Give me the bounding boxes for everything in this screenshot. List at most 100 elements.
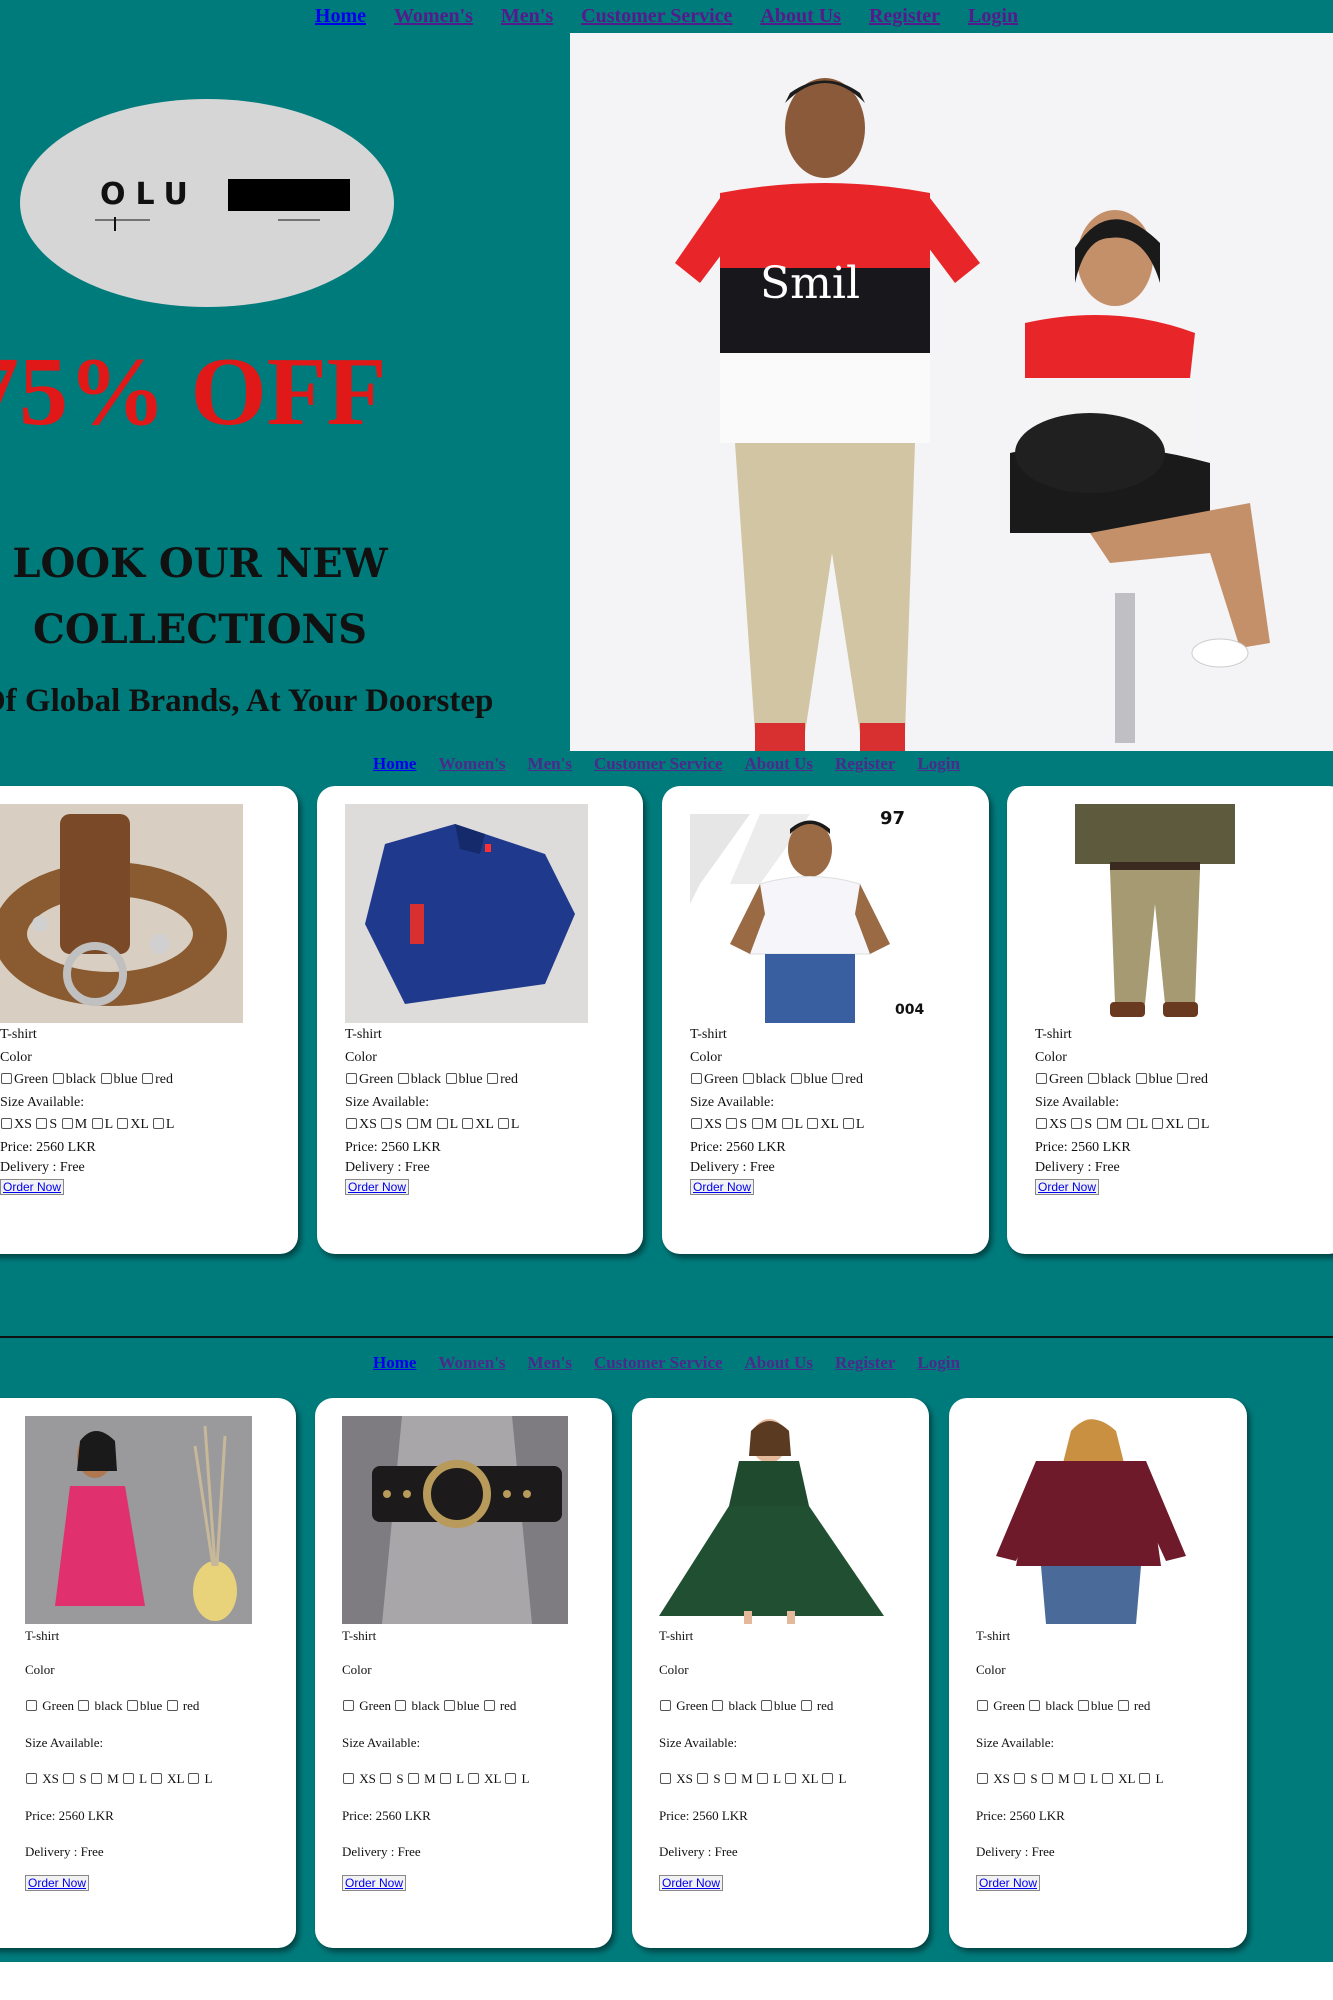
- size-checkbox[interactable]: [150, 1773, 162, 1785]
- order-now-button[interactable]: Order Now: [659, 1875, 724, 1892]
- size-checkbox[interactable]: [122, 1773, 134, 1785]
- size-checkbox[interactable]: [63, 1773, 75, 1785]
- size-checkbox[interactable]: [1041, 1773, 1053, 1785]
- size-checkbox[interactable]: [36, 1118, 48, 1129]
- nav3-about-link[interactable]: About Us: [745, 1353, 814, 1373]
- nav-customer-service-link[interactable]: Customer Service: [581, 5, 732, 28]
- color-checkbox[interactable]: [445, 1073, 457, 1084]
- color-checkbox[interactable]: [760, 1700, 772, 1712]
- size-checkbox[interactable]: [90, 1773, 102, 1785]
- nav2-mens-link[interactable]: Men's: [528, 754, 572, 774]
- order-now-button[interactable]: Order Now: [345, 1179, 410, 1195]
- size-checkbox[interactable]: [152, 1118, 164, 1129]
- nav-mens-link[interactable]: Men's: [501, 5, 553, 28]
- size-checkbox[interactable]: [1101, 1773, 1113, 1785]
- nav3-mens-link[interactable]: Men's: [528, 1353, 572, 1373]
- color-checkbox[interactable]: [166, 1700, 178, 1712]
- size-checkbox[interactable]: [407, 1773, 419, 1785]
- color-checkbox[interactable]: [1, 1073, 12, 1084]
- size-checkbox[interactable]: [1073, 1773, 1085, 1785]
- size-checkbox[interactable]: [497, 1118, 509, 1129]
- size-checkbox[interactable]: [439, 1773, 451, 1785]
- size-checkbox[interactable]: [1139, 1773, 1151, 1785]
- color-checkbox[interactable]: [790, 1073, 802, 1084]
- size-checkbox[interactable]: [784, 1773, 796, 1785]
- nav2-home-link[interactable]: Home: [373, 754, 416, 774]
- size-checkbox[interactable]: [1126, 1118, 1138, 1129]
- color-checkbox[interactable]: [1087, 1073, 1099, 1084]
- size-checkbox[interactable]: [781, 1118, 793, 1129]
- size-checkbox[interactable]: [660, 1773, 671, 1785]
- order-now-button[interactable]: Order Now: [0, 1179, 65, 1195]
- size-checkbox[interactable]: [462, 1118, 474, 1129]
- size-checkbox[interactable]: [91, 1118, 103, 1129]
- nav3-home-link[interactable]: Home: [373, 1353, 416, 1373]
- size-checkbox[interactable]: [1, 1118, 12, 1129]
- size-checkbox[interactable]: [380, 1773, 392, 1785]
- nav2-customer-service-link[interactable]: Customer Service: [594, 754, 723, 774]
- order-now-button[interactable]: Order Now: [1035, 1179, 1100, 1195]
- size-checkbox[interactable]: [691, 1118, 702, 1129]
- color-checkbox[interactable]: [343, 1700, 354, 1712]
- size-checkbox[interactable]: [117, 1118, 129, 1129]
- nav3-login-link[interactable]: Login: [917, 1353, 960, 1373]
- nav2-register-link[interactable]: Register: [835, 754, 895, 774]
- nav-womens-link[interactable]: Women's: [394, 5, 473, 28]
- color-checkbox[interactable]: [1077, 1700, 1089, 1712]
- size-checkbox[interactable]: [977, 1773, 988, 1785]
- size-checkbox[interactable]: [381, 1118, 393, 1129]
- order-now-button[interactable]: Order Now: [690, 1179, 755, 1195]
- nav3-customer-service-link[interactable]: Customer Service: [594, 1353, 723, 1373]
- color-checkbox[interactable]: [800, 1700, 812, 1712]
- color-checkbox[interactable]: [126, 1700, 138, 1712]
- color-checkbox[interactable]: [346, 1073, 357, 1084]
- size-checkbox[interactable]: [822, 1773, 834, 1785]
- color-checkbox[interactable]: [52, 1073, 64, 1084]
- color-checkbox[interactable]: [487, 1073, 499, 1084]
- color-checkbox[interactable]: [1177, 1073, 1189, 1084]
- size-checkbox[interactable]: [346, 1118, 357, 1129]
- color-checkbox[interactable]: [1117, 1700, 1129, 1712]
- nav3-womens-link[interactable]: Women's: [438, 1353, 505, 1373]
- size-checkbox[interactable]: [807, 1118, 819, 1129]
- size-checkbox[interactable]: [61, 1118, 73, 1129]
- size-checkbox[interactable]: [188, 1773, 200, 1785]
- nav-about-link[interactable]: About Us: [760, 5, 841, 28]
- color-checkbox[interactable]: [100, 1073, 112, 1084]
- color-checkbox[interactable]: [483, 1700, 495, 1712]
- size-checkbox[interactable]: [505, 1773, 517, 1785]
- nav-login-link[interactable]: Login: [968, 5, 1018, 28]
- color-checkbox[interactable]: [712, 1700, 724, 1712]
- order-now-button[interactable]: Order Now: [342, 1875, 407, 1892]
- color-checkbox[interactable]: [832, 1073, 844, 1084]
- size-checkbox[interactable]: [756, 1773, 768, 1785]
- size-checkbox[interactable]: [1036, 1118, 1047, 1129]
- size-checkbox[interactable]: [1014, 1773, 1026, 1785]
- color-checkbox[interactable]: [443, 1700, 455, 1712]
- nav-register-link[interactable]: Register: [869, 5, 940, 28]
- size-checkbox[interactable]: [724, 1773, 736, 1785]
- color-checkbox[interactable]: [397, 1073, 409, 1084]
- size-checkbox[interactable]: [751, 1118, 763, 1129]
- order-now-button[interactable]: Order Now: [976, 1875, 1041, 1892]
- color-checkbox[interactable]: [395, 1700, 407, 1712]
- size-checkbox[interactable]: [343, 1773, 354, 1785]
- size-checkbox[interactable]: [1071, 1118, 1083, 1129]
- size-checkbox[interactable]: [1152, 1118, 1164, 1129]
- color-checkbox[interactable]: [78, 1700, 90, 1712]
- color-checkbox[interactable]: [142, 1073, 154, 1084]
- size-checkbox[interactable]: [436, 1118, 448, 1129]
- size-checkbox[interactable]: [26, 1773, 37, 1785]
- nav2-about-link[interactable]: About Us: [745, 754, 814, 774]
- color-checkbox[interactable]: [26, 1700, 37, 1712]
- size-checkbox[interactable]: [1187, 1118, 1199, 1129]
- size-checkbox[interactable]: [1096, 1118, 1108, 1129]
- nav-home-link[interactable]: Home: [315, 5, 366, 28]
- size-checkbox[interactable]: [467, 1773, 479, 1785]
- color-checkbox[interactable]: [742, 1073, 754, 1084]
- color-checkbox[interactable]: [1036, 1073, 1047, 1084]
- size-checkbox[interactable]: [697, 1773, 709, 1785]
- color-checkbox[interactable]: [1029, 1700, 1041, 1712]
- color-checkbox[interactable]: [691, 1073, 702, 1084]
- nav2-womens-link[interactable]: Women's: [438, 754, 505, 774]
